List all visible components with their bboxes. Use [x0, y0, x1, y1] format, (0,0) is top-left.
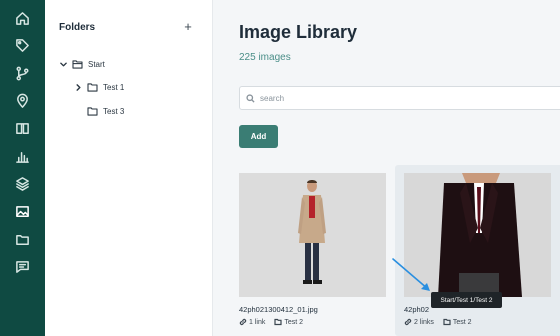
- folder-open-icon: [72, 60, 83, 69]
- card-meta: 2 links Test 2: [404, 318, 472, 326]
- tag-icon[interactable]: [12, 35, 33, 56]
- folder-icon: [274, 318, 282, 326]
- image-thumbnail[interactable]: [239, 173, 386, 297]
- link-icon: [404, 318, 412, 326]
- branch-icon[interactable]: [12, 63, 33, 84]
- folder-icon: [87, 83, 98, 92]
- search-input[interactable]: [260, 93, 540, 103]
- search-box[interactable]: [239, 86, 560, 110]
- folders-title: Folders: [59, 22, 96, 33]
- tree-item-test-1[interactable]: Test 1: [74, 83, 124, 92]
- tree-item-label: Test 1: [103, 83, 125, 92]
- folder-icon: [443, 318, 451, 326]
- main-content: Image Library 225 images Add 42ph0213004…: [200, 0, 560, 336]
- chevron-right-icon[interactable]: [74, 83, 83, 92]
- card-meta: 1 link Test 2: [239, 318, 303, 326]
- card-folder: Test 2: [284, 318, 304, 326]
- home-icon[interactable]: [12, 8, 33, 29]
- page-title: Image Library: [239, 22, 358, 42]
- chat-icon[interactable]: [12, 256, 33, 277]
- pointer-arrow-icon: [392, 258, 430, 291]
- file-name: 42ph02: [404, 305, 430, 314]
- image-icon[interactable]: [12, 201, 33, 222]
- tree-item-label: Test 3: [103, 107, 125, 116]
- card-folder: Test 2: [452, 318, 472, 326]
- book-icon[interactable]: [12, 118, 33, 139]
- search-icon: [246, 93, 255, 103]
- tree-item-test-3[interactable]: Test 3: [87, 107, 124, 116]
- add-button[interactable]: Add: [239, 125, 278, 148]
- link-count: 1 link: [249, 318, 266, 326]
- model-trench-coat-image: [239, 173, 386, 297]
- folder-path-tooltip: Start/Test 1/Test 2: [431, 292, 502, 308]
- bar-chart-icon[interactable]: [12, 146, 33, 167]
- add-folder-button[interactable]: +: [181, 20, 195, 34]
- file-name: 42ph021300412_01.jpg: [239, 305, 318, 314]
- nav-rail: [0, 0, 45, 336]
- link-count: 2 links: [414, 318, 434, 326]
- tree-item-start[interactable]: Start: [59, 60, 105, 69]
- folder-icon[interactable]: [12, 229, 33, 250]
- folder-icon: [87, 107, 98, 116]
- tree-item-label: Start: [88, 60, 105, 69]
- location-pin-icon[interactable]: [12, 90, 33, 111]
- chevron-down-icon[interactable]: [59, 60, 68, 69]
- link-icon: [239, 318, 247, 326]
- image-count: 225 images: [239, 52, 291, 63]
- select-checkbox[interactable]: [200, 181, 211, 192]
- folders-panel: Folders + Start Test 1 Test 3: [45, 0, 213, 336]
- layers-icon[interactable]: [12, 173, 33, 194]
